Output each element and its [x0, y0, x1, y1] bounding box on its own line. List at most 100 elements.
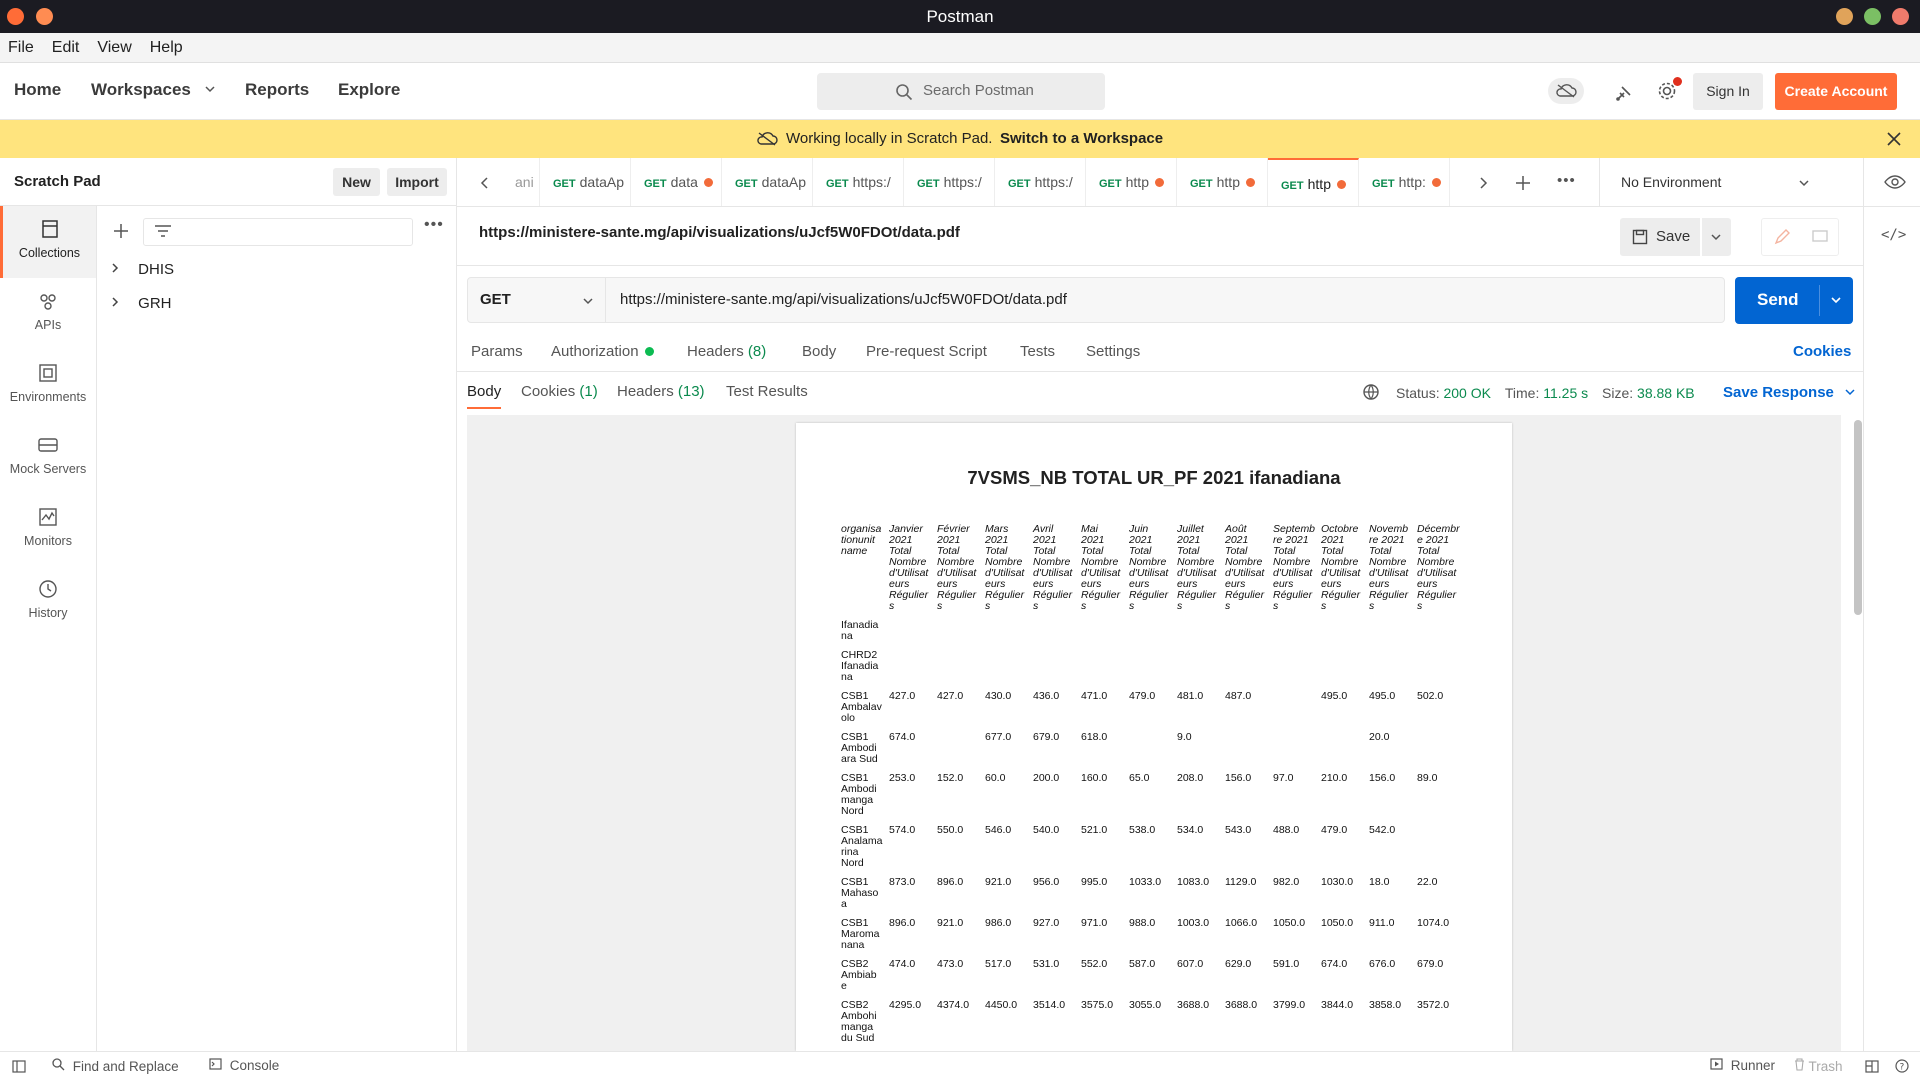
rail-collections[interactable]: Collections	[0, 206, 96, 278]
search-box[interactable]: Search Postman	[817, 73, 1105, 110]
pdf-table: organisa tionunit name Janvier 2021 Total Nomb…	[839, 524, 1463, 1051]
eye-icon[interactable]	[1884, 174, 1906, 190]
request-tab[interactable]: GET dataAp	[722, 158, 813, 206]
sign-in-button[interactable]: Sign In	[1693, 73, 1763, 110]
sync-status-button[interactable]	[1548, 78, 1584, 104]
help-icon[interactable]: ?	[1895, 1059, 1909, 1073]
tab-method: GET	[1008, 178, 1031, 190]
url-input[interactable]: https://ministere-sante.mg/api/visualiza…	[620, 291, 1067, 308]
save-options-button[interactable]	[1702, 218, 1731, 256]
rail-mock-servers[interactable]: Mock Servers	[0, 422, 96, 494]
request-tab[interactable]: GET http	[1177, 158, 1268, 206]
find-replace-button[interactable]: Find and Replace	[52, 1058, 179, 1074]
request-tab[interactable]: ani	[502, 158, 540, 206]
menu-view[interactable]: View	[97, 39, 131, 57]
tab-headers[interactable]: Headers (8)	[687, 343, 766, 360]
collection-item[interactable]: GRH	[110, 295, 172, 312]
tab-body[interactable]: Body	[802, 343, 836, 360]
collection-filter-input[interactable]	[143, 218, 413, 246]
status-value[interactable]: 200 OK	[1443, 385, 1490, 401]
size-value[interactable]: 38.88 KB	[1637, 385, 1695, 401]
pdf-cell: 618.0	[1081, 731, 1108, 743]
response-tab-headers[interactable]: Headers (13)	[617, 383, 705, 400]
close-window-button[interactable]	[1892, 8, 1909, 25]
request-tab[interactable]: GET dataAp	[540, 158, 631, 206]
collection-item[interactable]: DHIS	[110, 261, 174, 278]
console-button[interactable]: Console	[209, 1058, 279, 1073]
satellite-icon[interactable]	[1614, 83, 1634, 103]
rail-monitors[interactable]: Monitors	[0, 494, 96, 566]
tab-authorization[interactable]: Authorization	[551, 343, 654, 360]
request-tab[interactable]: GET https:/	[995, 158, 1086, 206]
send-button[interactable]: Send	[1735, 277, 1853, 324]
pdf-header-line: s	[1225, 600, 1231, 612]
pdf-cell: 674.0	[1321, 958, 1348, 970]
create-account-button[interactable]: Create Account	[1775, 73, 1897, 110]
table-row: CSB2 Ambohi manga du Sud 4295.0 4374.0 4450.0 3…	[839, 1000, 1463, 1051]
rail-apis[interactable]: APIs	[0, 278, 96, 350]
save-response-button[interactable]: Save Response	[1723, 384, 1856, 401]
pdf-cell: 253.0	[889, 772, 916, 784]
method-select[interactable]: GET	[468, 278, 606, 322]
more-tabs-icon[interactable]: •••	[1557, 172, 1576, 189]
response-tab-cookies[interactable]: Cookies (1)	[521, 383, 598, 400]
menu-help[interactable]: Help	[150, 39, 183, 57]
menu-edit[interactable]: Edit	[52, 39, 80, 57]
request-tab[interactable]: GET data	[631, 158, 722, 206]
request-tab[interactable]: GET https:/	[904, 158, 995, 206]
rail-history[interactable]: History	[0, 566, 96, 638]
tab-settings[interactable]: Settings	[1086, 343, 1140, 360]
pdf-header-line: s	[985, 600, 991, 612]
response-tab-test-results[interactable]: Test Results	[726, 383, 808, 400]
close-icon[interactable]	[1887, 132, 1901, 146]
nav-explore[interactable]: Explore	[338, 80, 400, 100]
comment-icon[interactable]	[1812, 230, 1828, 244]
request-tab[interactable]: GET http	[1086, 158, 1177, 206]
environment-selector[interactable]: No Environment	[1600, 158, 1852, 206]
nav-reports[interactable]: Reports	[245, 80, 309, 100]
request-tab[interactable]: GET https:/	[813, 158, 904, 206]
chevron-down-icon[interactable]	[1830, 295, 1842, 305]
pdf-cell: 995.0	[1081, 876, 1108, 888]
time-value[interactable]: 11.25 s	[1543, 385, 1588, 401]
table-row: CSB2 Ambiab e 474.0 473.0 517.0 531.0 552.0 587.…	[839, 959, 1463, 1000]
more-options-icon[interactable]: •••	[424, 216, 444, 234]
pencil-icon[interactable]	[1774, 229, 1790, 245]
request-tab[interactable]: GET http:	[1359, 158, 1450, 206]
tab-label: Cookies	[521, 383, 576, 400]
switch-workspace-link[interactable]: Switch to a Workspace	[1000, 130, 1163, 147]
tab-prerequest-script[interactable]: Pre-request Script	[866, 343, 987, 360]
add-collection-icon[interactable]	[113, 223, 129, 239]
request-tab-active[interactable]: GET http	[1268, 158, 1359, 206]
menu-file[interactable]: File	[8, 39, 34, 57]
rail-environments[interactable]: Environments	[0, 350, 96, 422]
globe-icon[interactable]	[1362, 383, 1380, 401]
runner-button[interactable]: Runner	[1710, 1058, 1775, 1073]
chevron-left-icon[interactable]	[480, 176, 490, 190]
cookies-link[interactable]: Cookies	[1793, 343, 1851, 360]
save-button[interactable]: Save	[1620, 218, 1700, 256]
nav-home[interactable]: Home	[14, 80, 61, 100]
scrollbar-thumb[interactable]	[1854, 420, 1862, 615]
response-tab-body[interactable]: Body	[467, 383, 502, 409]
minimize-button[interactable]	[1836, 8, 1853, 25]
nav-workspaces[interactable]: Workspaces	[91, 80, 216, 100]
pdf-cell: 1066.0	[1225, 917, 1258, 929]
settings-button[interactable]	[1656, 77, 1682, 105]
layout-icon[interactable]	[1865, 1060, 1879, 1073]
tab-name: https:/	[1034, 174, 1073, 190]
chevron-right-icon[interactable]	[1478, 176, 1488, 190]
tab-method: GET	[917, 178, 940, 190]
request-name[interactable]: https://ministere-sante.mg/api/visualiza…	[479, 224, 960, 241]
trash-button[interactable]: Trash	[1794, 1058, 1843, 1074]
new-tab-icon[interactable]	[1515, 175, 1531, 191]
new-button[interactable]: New	[333, 168, 380, 196]
tab-tests[interactable]: Tests	[1020, 343, 1055, 360]
sidebar-toggle-icon[interactable]	[12, 1060, 26, 1073]
maximize-button[interactable]	[1864, 8, 1881, 25]
pdf-cell: 587.0	[1129, 958, 1156, 970]
code-snippet-icon[interactable]: </>	[1881, 227, 1906, 243]
import-button[interactable]: Import	[387, 168, 447, 196]
pdf-header-line: s	[1417, 600, 1423, 612]
tab-params[interactable]: Params	[471, 343, 523, 360]
